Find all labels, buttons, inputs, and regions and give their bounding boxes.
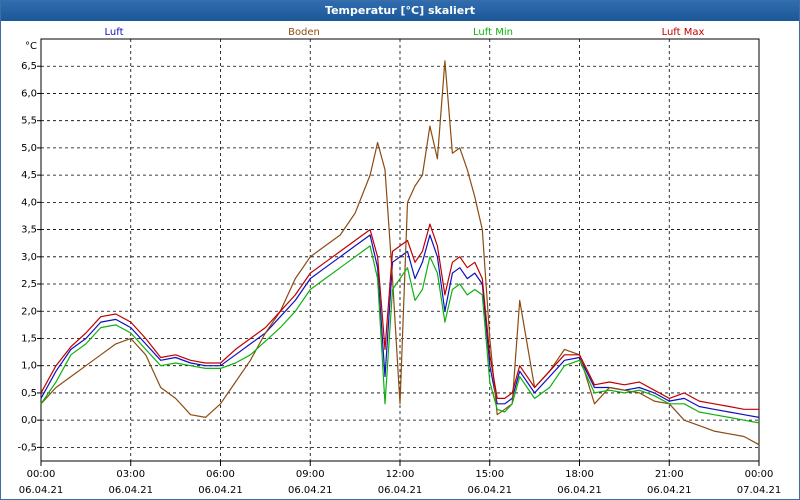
legend-entry: Boden [288,27,320,38]
x-tick-date: 06.04.21 [19,485,64,496]
x-tick-date: 06.04.21 [378,485,423,496]
x-tick-date: 06.04.21 [108,485,153,496]
legend-entry: Luft [105,27,124,38]
y-tick-label: 6,5 [21,61,37,72]
y-tick-label: 1,0 [21,361,37,372]
x-tick-time: 21:00 [655,469,684,480]
x-tick-time: 00:00 [27,469,56,480]
y-tick-label: 3,0 [21,252,37,263]
x-tick-date: 06.04.21 [198,485,243,496]
y-tick-label: -0,5 [17,442,37,453]
y-tick-label: 0,0 [21,415,37,426]
y-axis-unit: °C [25,41,37,52]
legend-entry: Luft Min [473,27,513,38]
x-tick-time: 18:00 [565,469,594,480]
x-tick-time: 12:00 [386,469,415,480]
y-tick-label: 1,5 [21,333,37,344]
legend: Luft Boden Luft Min Luft Max [105,27,705,38]
x-tick-time: 06:00 [206,469,235,480]
axes: -0,5 0,0 0,5 1,0 1,5 2,0 2,5 3,0 3,5 4,0 4,5 5,0 5,5… [17,41,781,496]
chart-window: Temperatur [°C] skaliert Luft Boden Luft M… [0,0,800,500]
chart-area: Luft Boden Luft Min Luft Max -0,5 0,0 0,5 1,0 1… [17,27,781,496]
y-tick-label: 0,5 [21,388,37,399]
x-tick-date: 06.04.21 [557,485,602,496]
x-tick-time: 00:00 [745,469,774,480]
y-tick-label: 3,5 [21,225,37,236]
x-tick-time: 03:00 [116,469,145,480]
x-tick-time: 09:00 [296,469,325,480]
y-tick-label: 2,5 [21,279,37,290]
x-tick-date: 07.04.21 [737,485,782,496]
y-tick-label: 4,5 [21,170,37,181]
y-tick-label: 4,0 [21,197,37,208]
x-tick-date: 06.04.21 [288,485,333,496]
y-tick-label: 5,0 [21,143,37,154]
y-tick-label: 6,0 [21,88,37,99]
window-title: Temperatur [°C] skaliert [1,1,799,21]
x-tick-date: 06.04.21 [647,485,692,496]
legend-entry: Luft Max [662,27,705,38]
y-tick-label: 2,0 [21,306,37,317]
x-tick-time: 15:00 [475,469,504,480]
y-tick-label: 5,5 [21,116,37,127]
x-tick-date: 06.04.21 [467,485,512,496]
